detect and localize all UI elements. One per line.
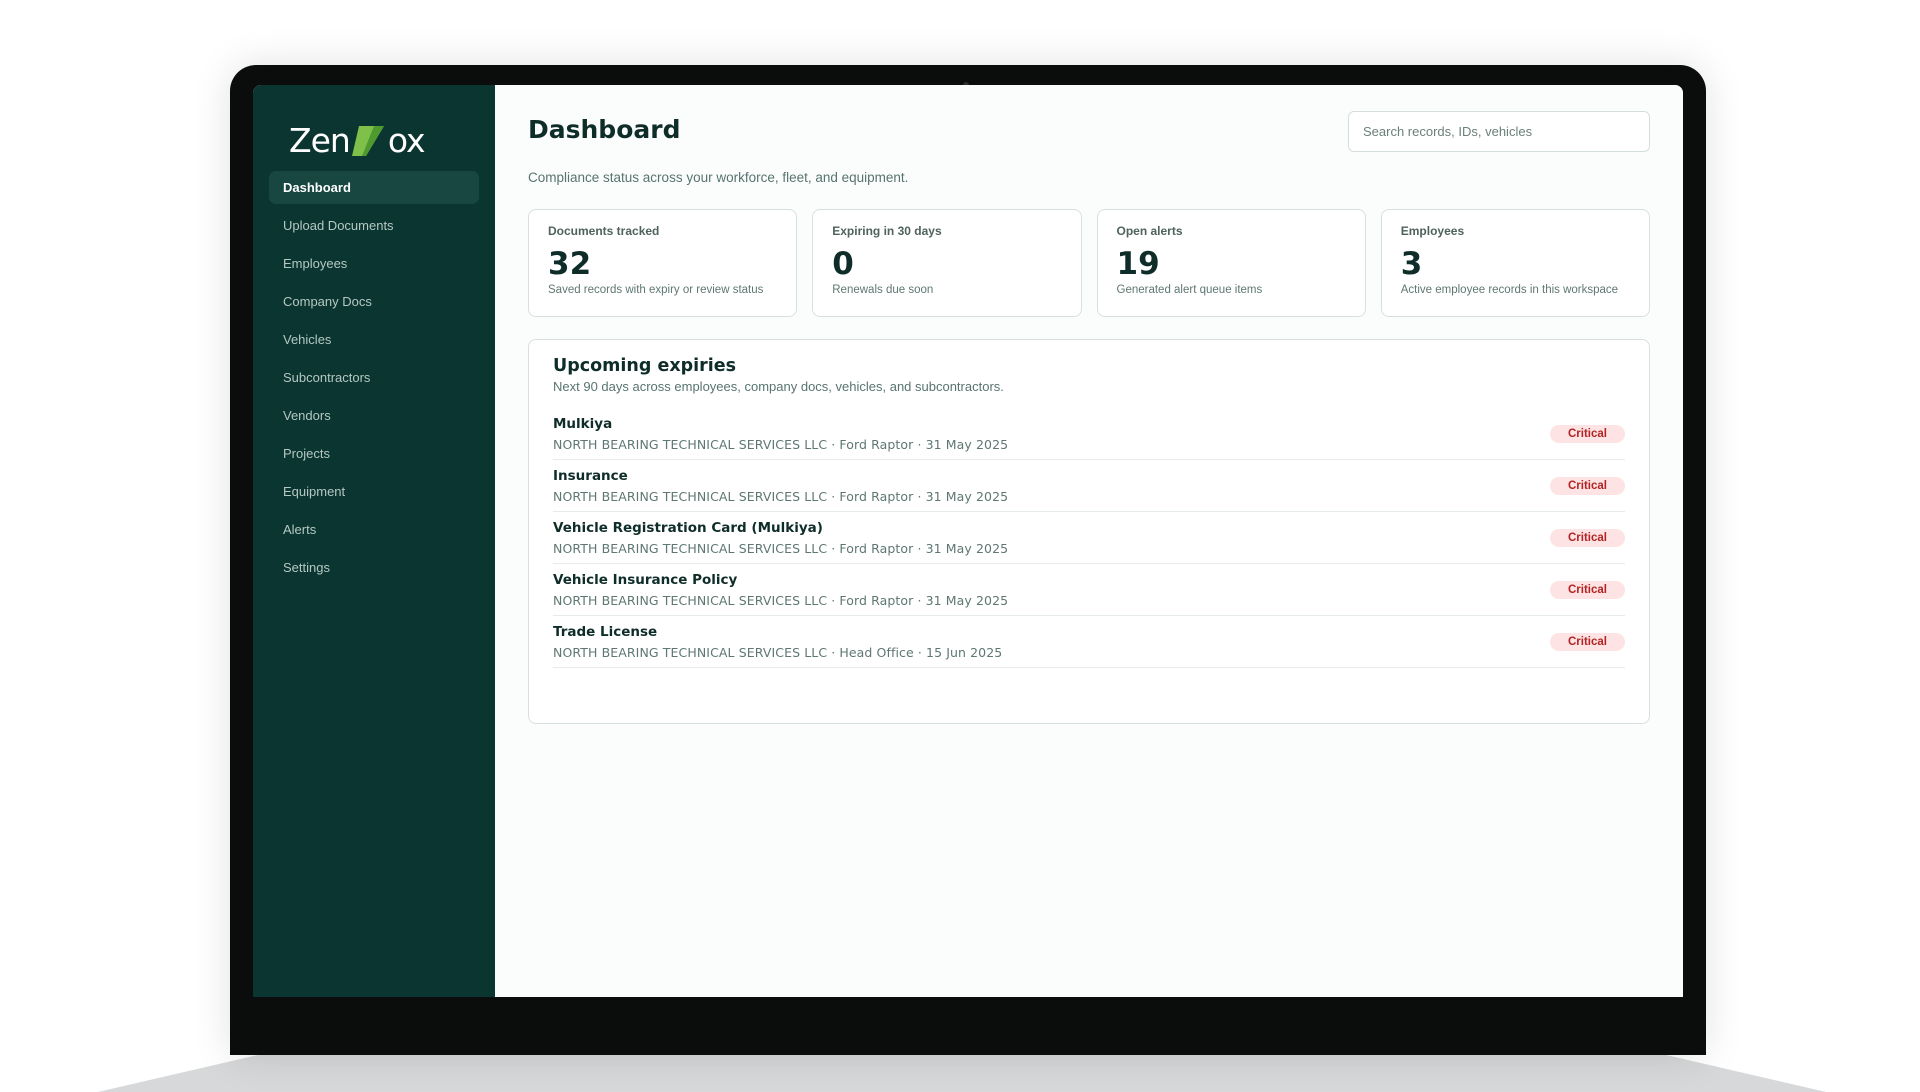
stat-description: Generated alert queue items <box>1116 284 1263 296</box>
stat-description: Active employee records in this workspac… <box>1400 284 1619 296</box>
expiry-info: Insurance NORTH BEARING TECHNICAL SERVIC… <box>553 467 1008 504</box>
main-content: Dashboard Compliance status across your … <box>495 85 1683 997</box>
search-input[interactable] <box>1348 111 1650 152</box>
expiry-name: Vehicle Registration Card (Mulkiya) <box>553 520 823 536</box>
logo-prefix: Zen <box>289 121 351 160</box>
logo-mark-icon <box>350 124 388 158</box>
expiry-meta: NORTH BEARING TECHNICAL SERVICES LLC · H… <box>553 645 1003 660</box>
status-badge: Critical <box>1550 424 1625 443</box>
list-item[interactable]: Vehicle Registration Card (Mulkiya) NORT… <box>553 512 1625 564</box>
app-window: Zen ox Dashboard Upload Documents Employ… <box>253 85 1683 997</box>
stat-card-employees: Employees 3 Active employee records in t… <box>1380 209 1650 317</box>
sidebar-item-equipment[interactable]: Equipment <box>269 475 479 508</box>
expiry-info: Trade License NORTH BEARING TECHNICAL SE… <box>553 623 1002 660</box>
expiry-info: Vehicle Insurance Policy NORTH BEARING T… <box>553 571 1008 608</box>
upcoming-expiries-panel: Upcoming expiries Next 90 days across em… <box>528 339 1650 724</box>
expiry-name: Trade License <box>553 624 658 640</box>
stat-card-documents-tracked: Documents tracked 32 Saved records with … <box>528 209 798 317</box>
status-badge: Critical <box>1550 580 1625 599</box>
logo-suffix: ox <box>387 121 426 160</box>
expiry-meta: NORTH BEARING TECHNICAL SERVICES LLC · F… <box>553 437 1009 452</box>
expiry-meta: NORTH BEARING TECHNICAL SERVICES LLC · F… <box>553 489 1009 504</box>
sidebar-item-dashboard[interactable]: Dashboard <box>269 171 479 204</box>
expiry-info: Mulkiya NORTH BEARING TECHNICAL SERVICES… <box>553 415 1008 452</box>
page-title: Dashboard <box>528 115 681 144</box>
list-item[interactable]: Trade License NORTH BEARING TECHNICAL SE… <box>553 616 1625 668</box>
stat-label: Open alerts <box>1116 224 1183 238</box>
stat-description: Renewals due soon <box>832 284 934 296</box>
stat-card-expiring-30-days: Expiring in 30 days 0 Renewals due soon <box>812 209 1082 317</box>
expiry-meta: NORTH BEARING TECHNICAL SERVICES LLC · F… <box>553 541 1009 556</box>
page-header: Dashboard <box>528 111 1650 152</box>
expiry-meta: NORTH BEARING TECHNICAL SERVICES LLC · F… <box>553 593 1009 608</box>
list-item[interactable]: Vehicle Insurance Policy NORTH BEARING T… <box>553 564 1625 616</box>
expiry-name: Insurance <box>553 468 628 484</box>
sidebar-item-company-docs[interactable]: Company Docs <box>269 285 479 318</box>
sidebar-nav: Dashboard Upload Documents Employees Com… <box>269 171 479 584</box>
expiry-name: Mulkiya <box>553 416 613 432</box>
stat-label: Employees <box>1400 224 1465 238</box>
expiry-name: Vehicle Insurance Policy <box>553 572 738 588</box>
panel-title: Upcoming expiries <box>553 356 737 376</box>
stats-row: Documents tracked 32 Saved records with … <box>528 209 1650 317</box>
sidebar-item-projects[interactable]: Projects <box>269 437 479 470</box>
sidebar-item-subcontractors[interactable]: Subcontractors <box>269 361 479 394</box>
app-logo: Zen ox <box>289 121 479 161</box>
list-item[interactable]: Mulkiya NORTH BEARING TECHNICAL SERVICES… <box>553 408 1625 460</box>
expiry-list: Mulkiya NORTH BEARING TECHNICAL SERVICES… <box>553 408 1625 668</box>
expiry-info: Vehicle Registration Card (Mulkiya) NORT… <box>553 519 1008 556</box>
stat-value: 19 <box>1116 246 1160 282</box>
stat-label: Documents tracked <box>548 224 660 238</box>
sidebar: Zen ox Dashboard Upload Documents Employ… <box>253 85 495 997</box>
stat-label: Expiring in 30 days <box>832 224 942 238</box>
stat-card-open-alerts: Open alerts 19 Generated alert queue ite… <box>1096 209 1366 317</box>
stat-description: Saved records with expiry or review stat… <box>548 284 764 296</box>
stat-value: 3 <box>1400 246 1423 282</box>
list-item[interactable]: Insurance NORTH BEARING TECHNICAL SERVIC… <box>553 460 1625 512</box>
sidebar-item-vehicles[interactable]: Vehicles <box>269 323 479 356</box>
status-badge: Critical <box>1550 632 1625 651</box>
status-badge: Critical <box>1550 476 1625 495</box>
panel-subtitle: Next 90 days across employees, company d… <box>553 379 1004 394</box>
laptop-base <box>98 1052 1826 1092</box>
sidebar-item-upload-documents[interactable]: Upload Documents <box>269 209 479 242</box>
stat-value: 0 <box>832 246 854 282</box>
page-subtitle: Compliance status across your workforce,… <box>528 170 909 185</box>
sidebar-item-alerts[interactable]: Alerts <box>269 513 479 546</box>
sidebar-item-settings[interactable]: Settings <box>269 551 479 584</box>
status-badge: Critical <box>1550 528 1625 547</box>
sidebar-item-vendors[interactable]: Vendors <box>269 399 479 432</box>
stat-value: 32 <box>548 246 592 282</box>
sidebar-item-employees[interactable]: Employees <box>269 247 479 280</box>
